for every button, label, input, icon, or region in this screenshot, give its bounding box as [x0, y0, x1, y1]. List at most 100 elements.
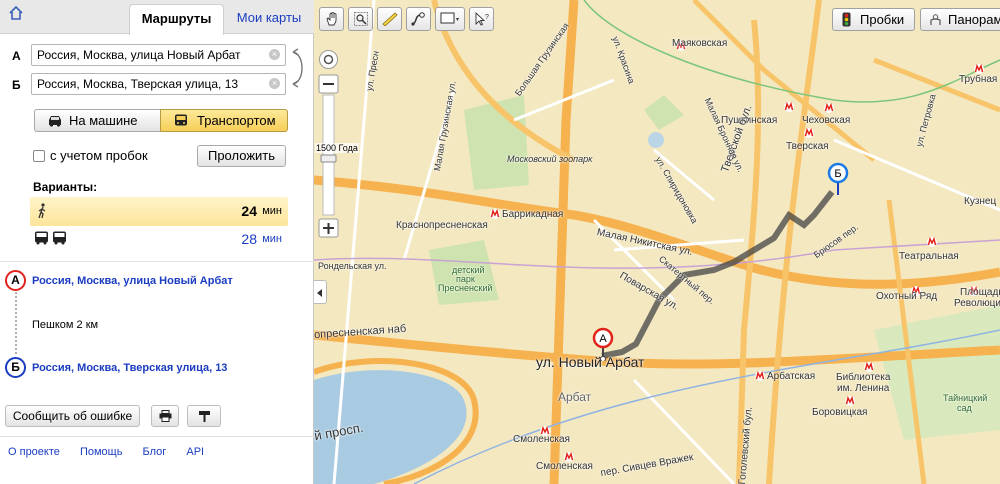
street-label: Рондельская ул. [318, 261, 387, 271]
map-view[interactable]: Маяковская Трубная Пушкинская Чеховская … [314, 0, 1000, 484]
mode-transit-label: Транспортом [197, 113, 276, 128]
street-label: Кузнец [964, 196, 997, 207]
footer-link-help[interactable]: Помощь [80, 446, 123, 458]
metro-label: Тверская [786, 141, 829, 152]
ruler-icon [382, 12, 398, 26]
place-label: Московский зоопарк [507, 154, 593, 164]
metro-label: Краснопресненская [396, 220, 488, 231]
home-icon[interactable] [8, 5, 24, 21]
start-point-badge: А [5, 270, 26, 291]
car-icon [49, 116, 61, 127]
pedestrian-icon [38, 203, 46, 219]
end-point-badge: Б [5, 357, 26, 378]
footer-links: О проекте Помощь Блог API [8, 446, 221, 458]
mode-transit-button[interactable]: Транспортом [160, 109, 288, 132]
metro-icon [804, 128, 814, 138]
metro-label: Баррикадная [502, 209, 564, 220]
magnifier-icon [354, 12, 368, 26]
metro-label: Маяковская [672, 38, 728, 49]
panorama-layer-label: Панорамы [948, 12, 1000, 27]
metro-label: Трубная [959, 74, 998, 85]
svg-text:А: А [599, 333, 607, 345]
traffic-layer-label: Пробки [860, 12, 905, 27]
park-label: Пресненский [438, 283, 493, 293]
route-step-line [15, 292, 17, 354]
metro-label: Революции [954, 298, 1000, 309]
metro-label: Площадь [960, 287, 1000, 298]
metro-icon [974, 64, 984, 74]
from-letter: А [12, 49, 21, 63]
street-label: Арбат [558, 390, 592, 404]
divider [0, 261, 314, 262]
metro-label: Боровицкая [812, 407, 868, 418]
svg-text:Б: Б [834, 168, 841, 180]
clear-to-icon[interactable]: × [269, 78, 280, 89]
ruler-button[interactable] [377, 7, 402, 31]
metro-label: Смоленская [513, 434, 570, 445]
pan-tool-button[interactable] [319, 7, 344, 31]
metro-label: Арбатская [767, 371, 816, 382]
metro-icon [864, 362, 874, 372]
clear-from-icon[interactable]: × [269, 49, 280, 60]
metro-icon [755, 371, 765, 381]
printer-icon [159, 410, 172, 422]
zoom-level-label: 1500 Года [315, 143, 359, 153]
chevron-left-icon [317, 289, 322, 297]
metro-label: Охотный Ряд [876, 291, 938, 302]
bus-time: 28 [241, 231, 257, 247]
from-address-input[interactable]: Россия, Москва, улица Новый Арбат [31, 44, 286, 66]
print-map-button[interactable] [435, 7, 465, 31]
swap-directions-icon[interactable] [287, 46, 307, 90]
pin-link-icon [199, 411, 210, 422]
street-label: ул. Новый Арбат [536, 354, 645, 370]
mode-car-label: На машине [69, 113, 138, 128]
traffic-layer-button[interactable]: Пробки [832, 8, 915, 31]
footer-link-blog[interactable]: Блог [143, 446, 167, 458]
footer-link-about[interactable]: О проекте [8, 446, 60, 458]
svg-text:?: ? [485, 14, 489, 21]
bus-icon [175, 114, 187, 126]
zoom-area-button[interactable] [348, 7, 373, 31]
bus-bus-icon [35, 231, 66, 245]
mode-car-button[interactable]: На машине [34, 109, 161, 132]
divider [0, 436, 314, 437]
print-button[interactable] [151, 405, 179, 427]
metro-label: Смоленская [536, 461, 593, 472]
feedback-button[interactable]: ? [469, 7, 494, 31]
report-error-button[interactable]: Сообщить об ошибке [5, 405, 140, 427]
build-route-button[interactable]: Проложить [197, 145, 286, 167]
tab-routes[interactable]: Маршруты [129, 4, 224, 35]
walk-time-unit: мин [262, 205, 282, 217]
panel-tabs-bar: Маршруты Мои карты [0, 0, 314, 35]
traffic-checkbox-label[interactable]: с учетом пробок [50, 148, 148, 163]
metro-icon [824, 103, 834, 113]
to-address-input[interactable]: Россия, Москва, Тверская улица, 13 [31, 73, 286, 95]
traffic-light-icon [842, 12, 851, 27]
panorama-layer-button[interactable]: Панорамы [920, 8, 1000, 31]
screen-icon [440, 12, 459, 24]
route-tool-icon [411, 12, 425, 26]
walk-step-text: Пешком 2 км [32, 319, 99, 331]
park-label: Тайницкий [943, 393, 988, 403]
route-start-pin-icon[interactable]: А [592, 327, 614, 361]
metro-label: Чеховская [802, 115, 851, 126]
walk-time: 24 [241, 203, 257, 219]
start-address-link[interactable]: Россия, Москва, улица Новый Арбат [32, 275, 233, 287]
end-address-link[interactable]: Россия, Москва, Тверская улица, 13 [32, 362, 227, 374]
panorama-icon [930, 14, 941, 25]
collapse-panel-button[interactable] [314, 280, 327, 304]
route-tool-button[interactable] [406, 7, 431, 31]
variant-walk[interactable]: 24 мин [30, 197, 288, 226]
route-end-pin-icon[interactable]: Б [827, 162, 849, 196]
variant-bus[interactable]: 28 мин [30, 228, 288, 254]
share-link-button[interactable] [187, 405, 221, 427]
metro-icon [845, 396, 855, 406]
metro-icon [784, 102, 794, 112]
traffic-checkbox[interactable] [33, 150, 45, 162]
bus-time-unit: мин [262, 233, 282, 245]
tab-my-maps[interactable]: Мои карты [224, 4, 314, 32]
to-letter: Б [12, 78, 21, 92]
footer-link-api[interactable]: API [186, 446, 204, 458]
cursor-question-icon: ? [475, 12, 489, 26]
variants-heading: Варианты: [33, 180, 98, 194]
